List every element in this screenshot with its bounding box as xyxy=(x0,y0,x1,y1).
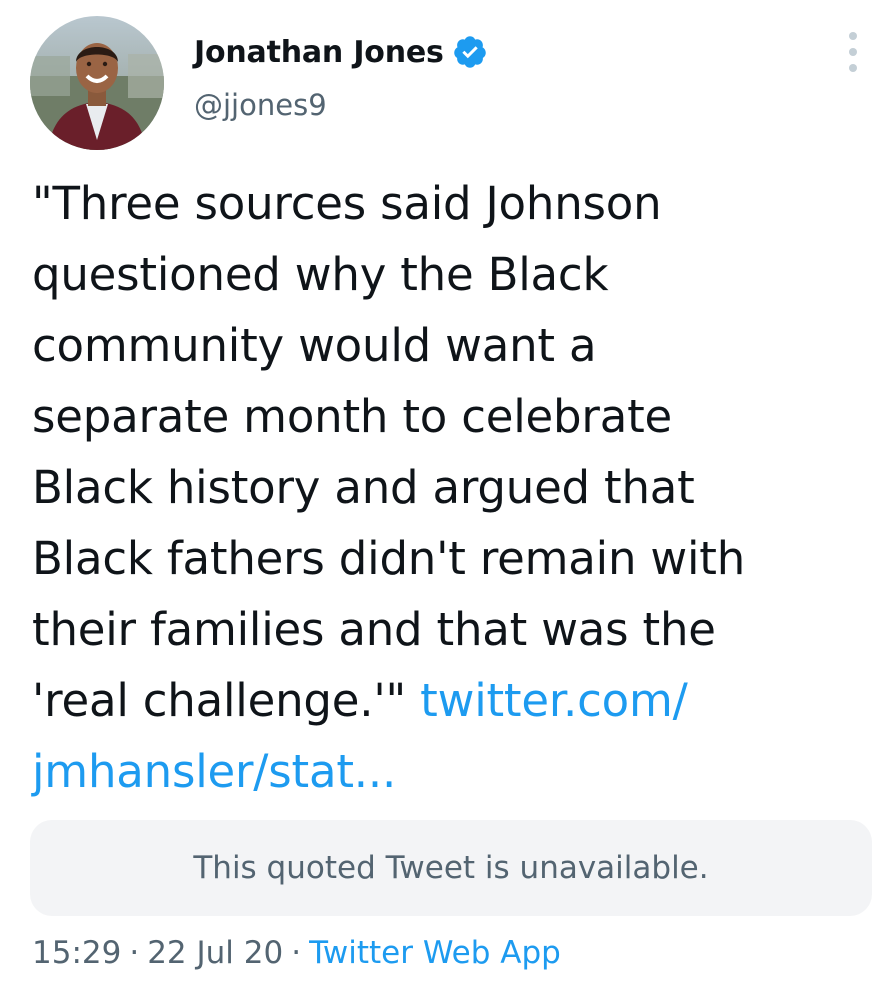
tweet-meta: 15:29 · 22 Jul 20 · Twitter Web App xyxy=(32,935,561,971)
author-display-name[interactable]: Jonathan Jones xyxy=(194,35,444,70)
tweet-link-part2[interactable]: jmhansler/stat... xyxy=(32,736,862,807)
tweet-line: questioned why the Black xyxy=(32,248,609,301)
meta-separator: · xyxy=(291,935,302,971)
tweet-line: "Three sources said Johnson xyxy=(32,177,662,230)
tweet-date[interactable]: 22 Jul 20 xyxy=(147,935,283,971)
avatar-photo xyxy=(30,16,164,150)
avatar[interactable] xyxy=(30,16,164,150)
more-dot xyxy=(849,64,857,72)
tweet-line-text: 'real challenge.'" xyxy=(32,674,421,727)
tweet-text: "Three sources said Johnson questioned w… xyxy=(32,168,862,807)
tweet-line: community would want a xyxy=(32,319,597,372)
quoted-tweet-unavailable-message: This quoted Tweet is unavailable. xyxy=(193,850,709,886)
tweet-line: separate month to celebrate xyxy=(32,390,673,443)
author-handle[interactable]: @jjones9 xyxy=(194,88,327,122)
tweet-line: Black fathers didn't remain with xyxy=(32,532,746,585)
more-dot xyxy=(849,48,857,56)
author-name-row[interactable]: Jonathan Jones xyxy=(194,28,488,76)
tweet-line: their families and that was the xyxy=(32,603,716,656)
quoted-tweet-card[interactable]: This quoted Tweet is unavailable. xyxy=(30,820,872,916)
meta-separator: · xyxy=(129,935,140,971)
tweet-line: Black history and argued that xyxy=(32,461,695,514)
tweet-time[interactable]: 15:29 xyxy=(32,935,121,971)
more-options-icon[interactable] xyxy=(838,32,868,72)
tweet-line-last: 'real challenge.'" twitter.com/ xyxy=(32,665,862,736)
more-dot xyxy=(849,32,857,40)
tweet-link-part1[interactable]: twitter.com/ xyxy=(420,674,688,727)
tweet: Jonathan Jones @jjones9 "Three sources s… xyxy=(0,0,876,1000)
verified-badge-icon xyxy=(452,34,488,70)
tweet-source[interactable]: Twitter Web App xyxy=(309,935,561,971)
